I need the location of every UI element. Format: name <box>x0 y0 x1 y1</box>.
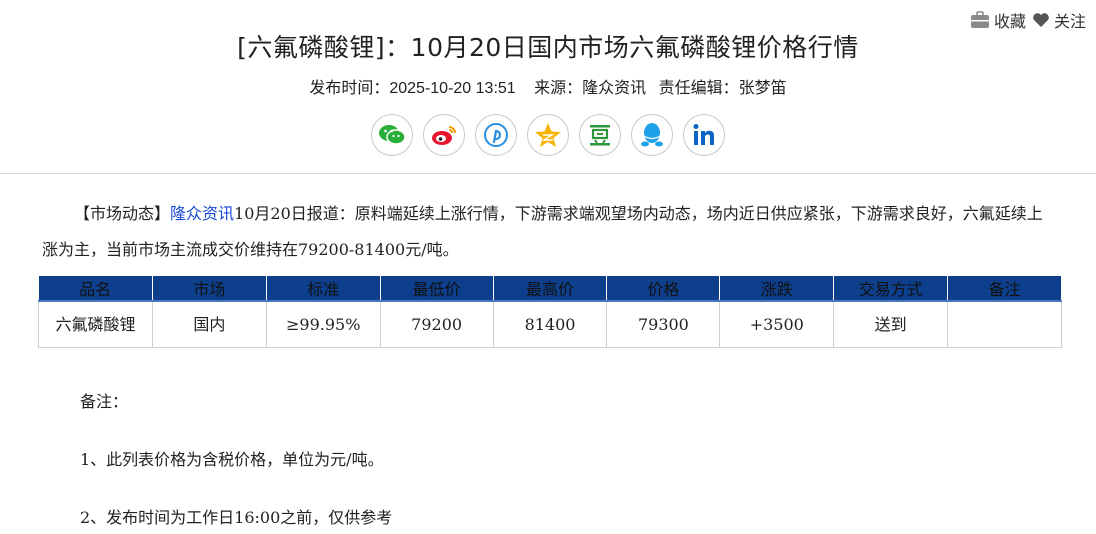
share-pinterest-button[interactable] <box>475 114 517 156</box>
note-item: 1、此列表价格为含税价格，单位为元/吨。 <box>80 450 384 469</box>
share-qq-button[interactable] <box>631 114 673 156</box>
share-bar <box>0 114 1096 156</box>
share-qzone-button[interactable] <box>527 114 569 156</box>
publish-label: 发布时间： <box>309 80 390 97</box>
market-tag: 【市场动态】 <box>74 204 171 223</box>
cell-market: 国内 <box>151 300 267 348</box>
cell-high-price: 81400 <box>492 300 608 348</box>
col-header: 涨跌 <box>719 276 835 302</box>
col-header: 备注 <box>947 276 1062 302</box>
editor-value: 张梦笛 <box>738 80 787 97</box>
douban-icon <box>590 125 610 146</box>
source-value: 隆众资讯 <box>582 80 647 97</box>
qzone-icon <box>535 123 561 147</box>
share-wechat-button[interactable] <box>371 114 413 156</box>
share-weibo-button[interactable] <box>423 114 465 156</box>
linkedin-icon <box>693 124 714 145</box>
qq-icon <box>641 123 663 147</box>
notes-title: 备注： <box>80 392 129 411</box>
source-label: 来源： <box>534 80 583 97</box>
table-row: 六氟磷酸锂 国内 ≥99.95% 79200 81400 79300 +3500… <box>38 300 1062 348</box>
table-header-row: 品名 市场 标准 最低价 最高价 价格 涨跌 交易方式 备注 <box>38 276 1062 302</box>
cell-remark <box>947 300 1062 348</box>
editor-label: 责任编辑： <box>658 80 739 97</box>
col-header: 市场 <box>152 276 267 302</box>
cell-text: 六氟磷酸锂 <box>55 314 136 334</box>
page-title: [六氟磷酸锂]：10月20日国内市场六氟磷酸锂价格行情 <box>237 33 859 62</box>
col-header: 交易方式 <box>833 276 949 302</box>
note-item: 2、发布时间为工作日16:00之前，仅供参考 <box>80 508 393 527</box>
col-header: 最低价 <box>380 276 494 302</box>
weibo-icon <box>432 126 456 145</box>
article-header: [六氟磷酸锂]：10月20日国内市场六氟磷酸锂价格行情 发布时间：2025-10… <box>0 0 1096 174</box>
col-header: 价格 <box>606 276 721 302</box>
share-linkedin-button[interactable] <box>683 114 725 156</box>
col-header: 最高价 <box>493 276 608 302</box>
cell-standard: ≥99.95% <box>265 300 381 348</box>
cell-trade-mode: 送到 <box>833 300 949 348</box>
article-content: 【市场动态】隆众资讯10月20日报道：原料端延续上涨行情，下游需求端观望场内动态… <box>38 174 1062 348</box>
market-paragraph: 【市场动态】隆众资讯10月20日报道：原料端延续上涨行情，下游需求端观望场内动态… <box>38 196 1062 268</box>
publish-time: 2025-10-20 13:51 <box>389 80 516 97</box>
col-header: 标准 <box>266 276 381 302</box>
pinterest-icon <box>484 123 508 147</box>
cell-product: 六氟磷酸锂 <box>38 300 153 348</box>
cell-price: 79300 <box>606 300 721 348</box>
source-link[interactable]: 隆众资讯 <box>170 204 234 223</box>
price-table: 品名 市场 标准 最低价 最高价 价格 涨跌 交易方式 备注 六氟磷酸锂 国内 … <box>38 276 1062 348</box>
article-meta: 发布时间：2025-10-20 13:51 来源：隆众资讯 责任编辑：张梦笛 <box>0 74 1096 98</box>
share-douban-button[interactable] <box>579 114 621 156</box>
cell-change: +3500 <box>719 300 835 348</box>
col-header: 品名 <box>38 276 153 302</box>
wechat-icon <box>379 125 406 145</box>
cell-low-price: 79200 <box>379 300 494 348</box>
